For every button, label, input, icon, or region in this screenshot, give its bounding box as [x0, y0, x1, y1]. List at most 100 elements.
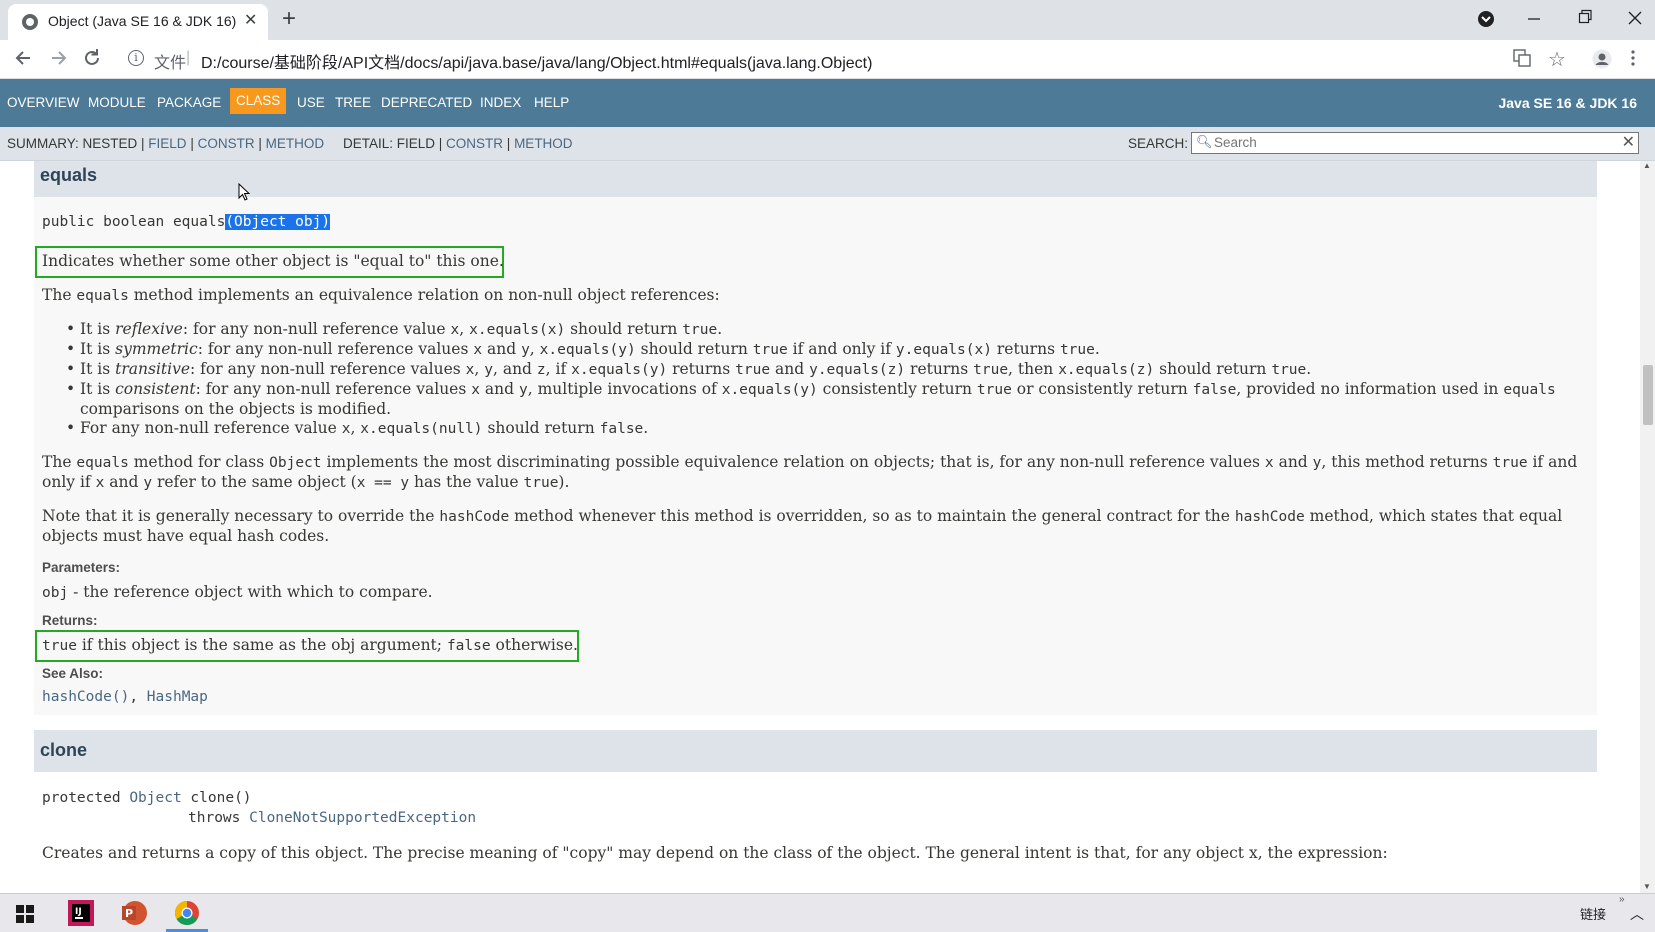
bullet-transitive: • It is transitive: for any non-null ref… [66, 360, 1312, 378]
clone-method-header: clone [34, 730, 1597, 772]
equals-method-header: equals [34, 161, 1597, 197]
summary-constr-link[interactable]: CONSTR [198, 136, 255, 151]
clonenotsupported-link[interactable]: CloneNotSupportedException [249, 810, 476, 826]
scroll-up-icon[interactable]: ▲ [1643, 161, 1651, 170]
tray-expand-icon[interactable]: » [1619, 894, 1625, 905]
content-area: equals public boolean equals(Object obj)… [0, 161, 1640, 893]
summary-label: SUMMARY: NESTED [7, 136, 138, 151]
hashmap-link[interactable]: HashMap [147, 689, 208, 705]
search-label: SEARCH: [1128, 136, 1189, 151]
star-icon[interactable]: ☆ [1548, 47, 1566, 72]
clone-signature-line2: throws CloneNotSupportedException [188, 810, 477, 826]
browser-toolbar: i 文件 | D:/course/基础阶段/API文档/docs/api/jav… [0, 40, 1655, 79]
summary-field-link[interactable]: FIELD [148, 136, 186, 151]
minimize-icon[interactable] [1527, 6, 1541, 31]
nav-package[interactable]: PACKAGE [157, 95, 221, 110]
nav-class-active[interactable]: CLASS [230, 88, 287, 114]
nav-use[interactable]: USE [297, 95, 325, 110]
summary-method-link[interactable]: METHOD [266, 136, 325, 151]
nav-help[interactable]: HELP [534, 95, 569, 110]
see-also-label: See Also: [42, 666, 104, 681]
clone-description-partial: Creates and returns a copy of this objec… [42, 844, 1388, 862]
nav-tree[interactable]: TREE [335, 95, 371, 110]
returns-label: Returns: [42, 613, 98, 628]
detail-nav: DETAIL: FIELD | CONSTR | METHOD [343, 136, 573, 151]
clone-signature-line1: protected Object clone() [42, 790, 252, 806]
search-box[interactable]: 🔍︎ ✕ [1191, 132, 1639, 154]
windows-start-icon[interactable] [16, 905, 34, 928]
close-window-icon[interactable] [1628, 6, 1642, 31]
clone-heading: clone [40, 740, 88, 760]
reload-icon[interactable] [82, 46, 102, 76]
svg-text:P: P [125, 907, 133, 920]
para-object-equals-2: only if x and y refer to the same object… [42, 473, 570, 491]
bullet-consistent-cont: comparisons on the objects is modified. [80, 400, 392, 418]
tab-close-icon[interactable]: ✕ [244, 10, 257, 30]
new-tab-button[interactable]: + [282, 5, 296, 33]
equals-signature: public boolean equals(Object obj) [42, 214, 331, 230]
menu-icon[interactable] [1630, 49, 1636, 72]
powerpoint-icon[interactable]: P [121, 900, 147, 931]
returns-text: true if this object is the same as the o… [42, 636, 578, 654]
param-name: obj [42, 585, 69, 601]
summary-nav: SUMMARY: NESTED | FIELD | CONSTR | METHO… [7, 136, 325, 151]
globe-icon [22, 14, 38, 30]
object-type-link[interactable]: Object [129, 790, 181, 806]
intellij-icon[interactable]: IJ [68, 900, 94, 931]
para-hashcode-2: objects must have equal hash codes. [42, 527, 330, 545]
equals-heading: equals [40, 165, 98, 185]
forward-icon[interactable] [48, 46, 68, 76]
search-icon: 🔍︎ [1196, 134, 1213, 149]
equals-method-body: public boolean equals(Object obj) Indica… [34, 197, 1597, 715]
brand-label: Java SE 16 & JDK 16 [1498, 95, 1637, 111]
restore-icon[interactable] [1578, 6, 1592, 31]
browser-tab[interactable]: Object (Java SE 16 & JDK 16) ✕ [8, 4, 268, 40]
bullet-reflexive: • It is reflexive: for any non-null refe… [66, 320, 723, 338]
nav-index[interactable]: INDEX [480, 95, 521, 110]
para-hashcode-1: Note that it is generally necessary to o… [42, 507, 1563, 525]
info-icon[interactable]: i [128, 50, 144, 66]
javadoc-top-nav: OVERVIEW MODULE PACKAGE CLASS USE TREE D… [0, 79, 1655, 127]
para-object-equals-1: The equals method for class Object imple… [42, 453, 1578, 471]
nav-deprecated[interactable]: DEPRECATED [381, 95, 472, 110]
detail-label[interactable]: DETAIL: FIELD [343, 136, 435, 151]
windows-taskbar: IJ P 链接 » ︿ [0, 893, 1655, 932]
address-bar[interactable]: i 文件 | D:/course/基础阶段/API文档/docs/api/jav… [116, 44, 1516, 74]
bullet-null: • For any non-null reference value x, x.… [66, 419, 649, 437]
nav-overview[interactable]: OVERVIEW [7, 95, 80, 110]
translate-icon[interactable] [1513, 49, 1531, 72]
search-input[interactable] [1214, 134, 1614, 150]
scheme-label: 文件 [154, 55, 187, 72]
tray-up-icon[interactable]: ︿ [1630, 904, 1644, 924]
parameters-label: Parameters: [42, 560, 121, 575]
equals-signature-params: (Object obj) [225, 214, 331, 230]
equals-signature-prefix: public boolean equals [42, 214, 226, 230]
scroll-down-icon[interactable]: ▼ [1643, 882, 1651, 891]
scheme-separator: | [186, 49, 191, 66]
chrome-icon[interactable] [174, 900, 200, 931]
tab-search-icon[interactable] [1477, 10, 1495, 33]
search-clear-icon[interactable]: ✕ [1622, 132, 1635, 152]
nav-module[interactable]: MODULE [88, 95, 146, 110]
page-scrollbar[interactable]: ▲ ▼ [1640, 161, 1655, 893]
mouse-cursor-icon [238, 182, 251, 206]
tab-strip: Object (Java SE 16 & JDK 16) ✕ + [0, 0, 1655, 40]
detail-constr-link[interactable]: CONSTR [446, 136, 503, 151]
url-text[interactable]: D:/course/基础阶段/API文档/docs/api/java.base/… [201, 49, 872, 73]
tab-title: Object (Java SE 16 & JDK 16) [48, 13, 237, 29]
scrollbar-thumb[interactable] [1643, 365, 1653, 425]
see-also-links: hashCode(), HashMap [42, 689, 208, 705]
hashcode-link[interactable]: hashCode() [42, 689, 129, 705]
clone-method-body: protected Object clone() throws CloneNot… [34, 772, 1597, 893]
parameter-obj: obj - the reference object with which to… [42, 583, 433, 601]
bullet-consistent: • It is consistent: for any non-null ref… [66, 380, 1556, 398]
profile-icon[interactable] [1592, 49, 1612, 74]
tray-label[interactable]: 链接 [1580, 904, 1606, 923]
param-desc: - the reference object with which to com… [68, 583, 433, 601]
detail-method-link[interactable]: METHOD [514, 136, 573, 151]
equals-summary: Indicates whether some other object is "… [42, 252, 504, 270]
svg-text:IJ: IJ [75, 907, 82, 917]
bullet-symmetric: • It is symmetric: for any non-null refe… [66, 340, 1100, 358]
back-icon[interactable] [14, 46, 34, 76]
javadoc-sub-nav: SUMMARY: NESTED | FIELD | CONSTR | METHO… [0, 127, 1655, 161]
